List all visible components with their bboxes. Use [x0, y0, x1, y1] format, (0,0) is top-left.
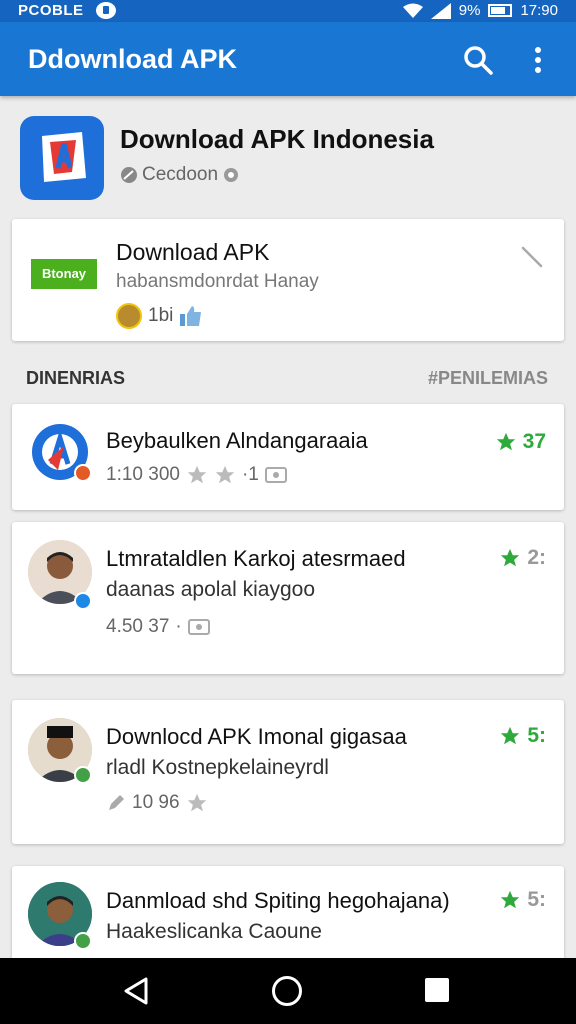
- section-left-label: DINENRIAS: [26, 368, 126, 388]
- edit-icon[interactable]: [520, 245, 544, 269]
- item-subtitle: Haakeslicanka Caoune: [106, 920, 322, 943]
- item-meta: 1:10 300 ·1: [106, 464, 287, 486]
- leaf-icon: [121, 167, 137, 183]
- featured-title: Download APK: [116, 239, 270, 265]
- back-icon[interactable]: [122, 976, 150, 1006]
- star-icon: [496, 432, 515, 451]
- pencil-icon: [109, 795, 124, 810]
- signal-icon: [430, 2, 451, 19]
- list-item[interactable]: Beybaulken Alndangaraaia 1:10 300 ·1 37: [12, 404, 564, 510]
- app-header: Download APK Indonesia Cecdoon: [0, 96, 576, 212]
- verified-badge-icon: [74, 932, 92, 950]
- featured-meta: 1bi: [116, 303, 203, 329]
- status-bar: PCOBLE 9% 17:90: [0, 0, 576, 22]
- carrier-label: PCOBLE: [18, 2, 84, 19]
- home-icon[interactable]: [272, 976, 302, 1006]
- battery-percent: 9%: [458, 2, 481, 19]
- item-title: Ltmrataldlen Karkoj atesrmaed: [106, 546, 406, 571]
- system-nav-bar: [0, 958, 576, 1024]
- search-icon[interactable]: [462, 44, 494, 76]
- clock: 17:90: [520, 2, 558, 19]
- hash-icon: #: [427, 368, 438, 388]
- image-icon: [187, 619, 210, 635]
- item-rating: 5:: [499, 724, 546, 748]
- star-icon: [501, 548, 520, 567]
- star-icon: [215, 465, 235, 484]
- featured-badge: Btonay: [31, 259, 97, 289]
- item-badge-icon: [74, 464, 92, 482]
- image-icon: [264, 467, 287, 483]
- developer-name: Cecdoon: [142, 164, 219, 185]
- app-bar-title: Ddownload APK: [28, 44, 237, 74]
- avatar: [116, 303, 142, 329]
- item-title: Downlocd APK Imonal gigasaa: [106, 724, 407, 749]
- item-subtitle: rladl Kostnepkelaineyrdl: [106, 756, 329, 779]
- app-logo[interactable]: [20, 116, 104, 200]
- app-logo-icon: [42, 132, 86, 182]
- item-rating: 2:: [499, 546, 546, 570]
- verified-badge-icon: [74, 592, 92, 610]
- more-vert-icon[interactable]: [526, 44, 550, 76]
- recents-icon[interactable]: [425, 978, 449, 1002]
- section-right-label[interactable]: #PENILEMIAS: [428, 368, 548, 389]
- item-subtitle: daanas apolal kiaygoo: [106, 578, 315, 601]
- verified-icon: [224, 168, 239, 182]
- featured-subtitle: habansmdonrdat Hanay: [116, 271, 319, 292]
- battery-icon: [488, 4, 513, 17]
- featured-card[interactable]: Btonay Download APK habansmdonrdat Hanay…: [12, 219, 564, 341]
- thumbs-up-icon[interactable]: [179, 305, 203, 327]
- app-bar: Ddownload APK: [0, 22, 576, 96]
- section-header: DINENRIAS #PENILEMIAS: [0, 360, 576, 394]
- shield-icon: [96, 2, 116, 19]
- item-title: Beybaulken Alndangaraaia: [106, 428, 368, 453]
- list-item[interactable]: Ltmrataldlen Karkoj atesrmaed daanas apo…: [12, 522, 564, 674]
- item-meta: 10 96: [106, 792, 208, 814]
- star-icon: [187, 793, 206, 812]
- item-title: Danmload shd Spiting hegohajana): [106, 888, 450, 913]
- app-title: Download APK Indonesia: [120, 124, 434, 154]
- wifi-icon: [402, 3, 423, 18]
- featured-count: 1bi: [148, 305, 174, 326]
- item-meta: 4.50 37 ·: [106, 616, 210, 638]
- developer-row[interactable]: Cecdoon: [120, 164, 240, 186]
- star-icon: [501, 890, 520, 909]
- star-icon: [187, 465, 207, 484]
- verified-badge-icon: [74, 766, 92, 784]
- list-item[interactable]: Downlocd APK Imonal gigasaa rladl Kostne…: [12, 700, 564, 844]
- star-icon: [501, 726, 520, 745]
- item-rating: 37: [495, 430, 546, 454]
- item-rating: 5:: [499, 888, 546, 912]
